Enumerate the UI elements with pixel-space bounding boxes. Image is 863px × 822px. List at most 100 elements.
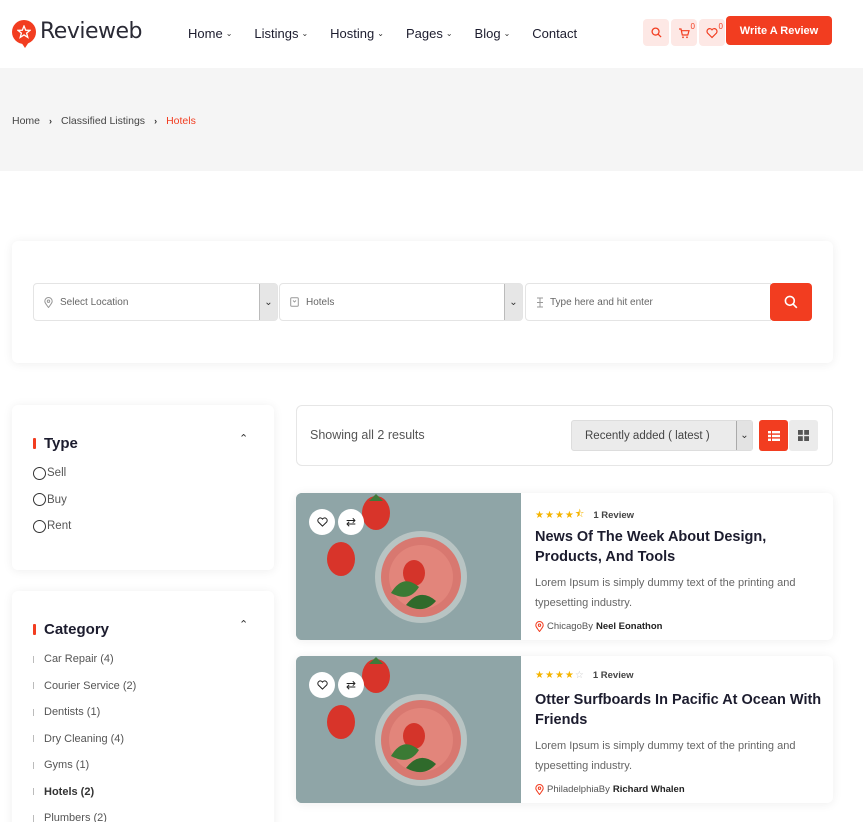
- category-item[interactable]: Plumbers (2): [33, 805, 136, 822]
- chevron-up-icon[interactable]: ⌃: [239, 432, 248, 445]
- radio-button[interactable]: [33, 466, 46, 480]
- chevron-down-icon: ⌄: [445, 29, 453, 38]
- grid-view-button[interactable]: [789, 420, 818, 451]
- list-view-icon: [767, 430, 780, 441]
- category-filter-title: Category: [33, 621, 109, 638]
- type-option-buy[interactable]: Buy: [33, 487, 71, 514]
- listing-author[interactable]: Richard Whalen: [613, 784, 685, 795]
- category-label: Gyms (1): [44, 759, 90, 772]
- listing-meta: Chicago By Neel Eonathon: [535, 621, 662, 632]
- nav-item-contact[interactable]: Contact: [532, 26, 577, 41]
- listing-image[interactable]: ⇄: [296, 493, 521, 640]
- heart-icon: [706, 27, 718, 38]
- location-select[interactable]: Select Location ⌄: [33, 283, 278, 321]
- breadcrumb-home[interactable]: Home: [12, 115, 40, 127]
- review-count[interactable]: 1 Review: [593, 670, 634, 681]
- breadcrumb: Home › Classified Listings › Hotels: [12, 115, 196, 127]
- title-accent-bar: [33, 438, 36, 449]
- listing-location: Chicago: [547, 621, 582, 632]
- listing-location: Philadelphia: [547, 784, 599, 795]
- listing-title[interactable]: News Of The Week About Design, Products,…: [535, 527, 825, 567]
- favorite-button[interactable]: [309, 672, 335, 698]
- search-icon: [650, 27, 662, 38]
- compare-button[interactable]: ⇄: [338, 672, 364, 698]
- grid-view-icon: [798, 430, 809, 441]
- type-option-sell[interactable]: Sell: [33, 460, 71, 487]
- list-bullet: [33, 655, 34, 663]
- by-label: By: [581, 621, 593, 632]
- category-item[interactable]: Gyms (1): [33, 752, 136, 779]
- listing-card[interactable]: ⇄ ★ ★ ★ ★ ☆ 1 Review Otter Surfboards In…: [296, 656, 833, 803]
- rating-stars: ★ ★ ★ ★ ⯪ 1 Review: [535, 507, 634, 524]
- cart-button[interactable]: 0: [671, 19, 697, 46]
- list-view-button[interactable]: [759, 420, 788, 451]
- category-value: Hotels: [306, 296, 335, 308]
- radio-button[interactable]: [33, 493, 46, 507]
- chevron-up-icon[interactable]: ⌃: [239, 618, 248, 631]
- category-select[interactable]: Hotels ⌄: [279, 283, 523, 321]
- star-icon: ★: [564, 510, 574, 521]
- search-icon: [784, 295, 798, 309]
- type-option-rent[interactable]: Rent: [33, 513, 71, 540]
- nav-item-hosting[interactable]: Hosting ⌄: [330, 26, 384, 41]
- chevron-down-icon: ⌄: [736, 421, 752, 450]
- location-pin-icon: [535, 621, 544, 632]
- category-item[interactable]: Courier Service (2): [33, 673, 136, 700]
- compare-button[interactable]: ⇄: [338, 509, 364, 535]
- main-nav: Home ⌄ Listings ⌄ Hosting ⌄ Pages ⌄ Blog ⌄ Co…: [188, 26, 599, 41]
- star-icon: ★: [535, 510, 544, 521]
- title-accent-bar: [33, 624, 36, 635]
- category-item-active[interactable]: Hotels (2): [33, 779, 136, 806]
- category-label: Car Repair (4): [44, 653, 114, 666]
- listing-image[interactable]: ⇄: [296, 656, 521, 803]
- list-bullet: [33, 682, 34, 690]
- list-bullet: [33, 761, 34, 769]
- location-placeholder: Select Location: [60, 296, 129, 308]
- chevron-down-icon: ⌄: [504, 284, 522, 320]
- radio-button[interactable]: [33, 519, 46, 533]
- header-search-button[interactable]: [643, 19, 669, 46]
- type-title-text: Type: [44, 435, 78, 452]
- listing-title[interactable]: Otter Surfboards In Pacific At Ocean Wit…: [535, 690, 825, 730]
- category-label: Courier Service (2): [44, 679, 137, 692]
- listing-author[interactable]: Neel Eonathon: [596, 621, 663, 632]
- wishlist-button[interactable]: 0: [699, 19, 725, 46]
- search-submit-button[interactable]: [770, 283, 812, 321]
- star-outline-icon: ☆: [574, 670, 584, 681]
- nav-label: Listings: [254, 26, 299, 41]
- nav-item-listings[interactable]: Listings ⌄: [254, 26, 308, 41]
- nav-label: Blog: [474, 26, 501, 41]
- write-review-button[interactable]: Write A Review: [726, 16, 832, 45]
- review-count[interactable]: 1 Review: [593, 510, 634, 521]
- category-item[interactable]: Car Repair (4): [33, 646, 136, 673]
- star-pin-icon: [12, 19, 36, 48]
- breadcrumb-current: Hotels: [166, 115, 196, 127]
- star-icon: ★: [564, 670, 574, 681]
- site-logo[interactable]: Revieweb: [12, 19, 143, 48]
- rating-stars: ★ ★ ★ ★ ☆ 1 Review: [535, 670, 634, 681]
- nav-item-pages[interactable]: Pages ⌄: [406, 26, 453, 41]
- nav-label: Contact: [532, 26, 578, 41]
- nav-item-blog[interactable]: Blog ⌄: [475, 26, 511, 41]
- category-item[interactable]: Dentists (1): [33, 699, 136, 726]
- chevron-right-icon: ›: [49, 116, 53, 126]
- location-pin-icon: [44, 296, 53, 308]
- favorite-button[interactable]: [309, 509, 335, 535]
- radio-label: Rent: [47, 520, 72, 533]
- category-list: Car Repair (4) Courier Service (2) Denti…: [33, 646, 136, 822]
- nav-label: Pages: [405, 26, 443, 41]
- cart-count: 0: [690, 22, 695, 31]
- list-bullet: [33, 735, 34, 743]
- heart-icon: [316, 517, 328, 527]
- category-item[interactable]: Dry Cleaning (4): [33, 726, 136, 753]
- listing-card[interactable]: ⇄ ★ ★ ★ ★ ⯪ 1 Review News Of The Week Ab…: [296, 493, 833, 640]
- sort-select[interactable]: Recently added ( latest ) ⌄: [571, 420, 753, 451]
- breadcrumb-classified-listings[interactable]: Classified Listings: [61, 115, 145, 127]
- nav-item-home[interactable]: Home ⌄: [188, 26, 232, 41]
- keyword-placeholder: Type here and hit enter: [550, 296, 653, 308]
- chevron-right-icon: ›: [154, 116, 158, 126]
- chevron-down-icon: ⌄: [503, 29, 511, 38]
- star-icon: ★: [535, 670, 544, 681]
- category-label: Dentists (1): [44, 706, 101, 719]
- keyword-input[interactable]: Type here and hit enter: [525, 283, 771, 321]
